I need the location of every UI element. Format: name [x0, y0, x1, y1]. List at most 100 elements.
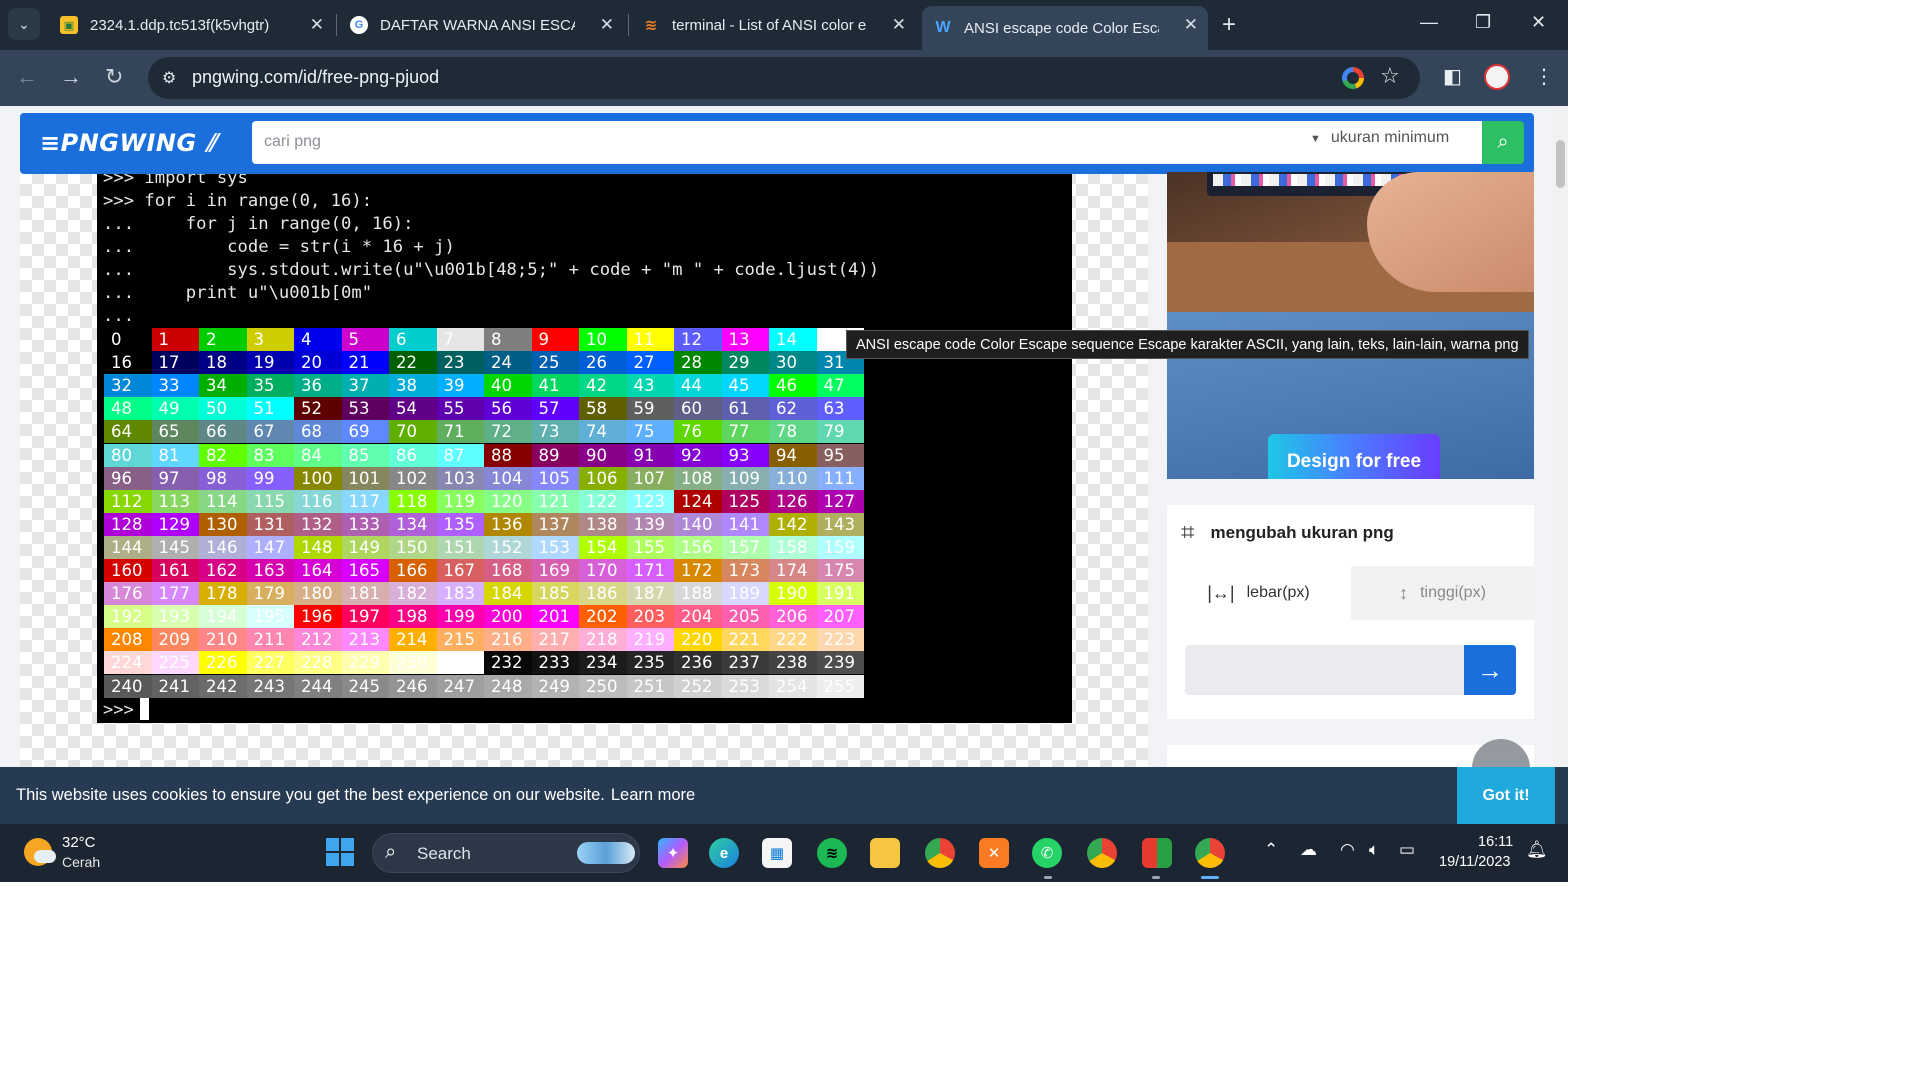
- ansi-color-cell: 197: [341, 605, 389, 629]
- notification-bell-icon[interactable]: 🔔︎: [1526, 840, 1548, 860]
- clock-date[interactable]: 19/11/2023: [1439, 854, 1511, 870]
- ansi-color-cell: 90: [579, 443, 627, 467]
- site-header: ≡PNGWING ⫽ cari png ▼ ukuran minimum ⌕: [20, 113, 1534, 174]
- chrome-profile-icon[interactable]: [1087, 838, 1117, 868]
- minimize-button[interactable]: —: [1420, 12, 1438, 33]
- ansi-color-cell: 166: [389, 559, 437, 582]
- close-window-button[interactable]: ✕: [1531, 12, 1546, 33]
- ansi-color-cell: 163: [246, 559, 294, 582]
- bookmark-star-icon[interactable]: ☆: [1380, 63, 1400, 89]
- ansi-color-cell: 118: [389, 489, 437, 513]
- close-icon[interactable]: ✕: [310, 15, 324, 35]
- weather-condition[interactable]: Cerah: [62, 854, 100, 870]
- ansi-color-cell: 32: [104, 374, 152, 398]
- weather-temperature[interactable]: 32°C: [62, 834, 96, 851]
- windows-taskbar: 32°C Cerah ⌕ Search ✦ e ▦ ≋ ✕ ✆ ⌃ ☁ ◠ 🔈︎…: [0, 824, 1568, 882]
- onedrive-icon[interactable]: ☁: [1300, 840, 1317, 860]
- cookie-accept-button[interactable]: Got it!: [1457, 767, 1555, 824]
- close-icon[interactable]: ✕: [892, 15, 906, 35]
- tab-title: DAFTAR WARNA ANSI ESCAPE: [380, 16, 575, 34]
- resize-value-input[interactable]: [1185, 645, 1465, 695]
- edge-icon[interactable]: e: [709, 838, 739, 868]
- tab-width[interactable]: |↔| lebar(px): [1167, 566, 1350, 620]
- taskbar-search[interactable]: ⌕ Search: [372, 833, 640, 873]
- site-settings-icon[interactable]: ⚙: [162, 68, 176, 88]
- menu-icon[interactable]: ⋮: [1534, 64, 1554, 89]
- ansi-color-cell: 221: [721, 628, 769, 652]
- forward-button[interactable]: →: [60, 64, 82, 90]
- tab-search-button[interactable]: ⌄: [8, 8, 40, 40]
- weather-icon[interactable]: [24, 838, 56, 866]
- xampp-icon[interactable]: ✕: [979, 838, 1009, 868]
- ansi-color-cell: 164: [294, 559, 342, 582]
- ansi-color-cell: 43: [626, 374, 674, 398]
- ansi-color-cell: 76: [674, 420, 722, 444]
- cookie-message: This website uses cookies to ensure you …: [16, 786, 695, 805]
- google-lens-icon[interactable]: [1342, 67, 1364, 89]
- volume-icon[interactable]: 🔈︎: [1369, 840, 1379, 860]
- close-icon[interactable]: ✕: [600, 15, 614, 35]
- ansi-color-cell: 139: [626, 512, 674, 536]
- chevron-up-icon[interactable]: ⌃: [1264, 840, 1278, 860]
- ansi-color-cell: 238: [769, 651, 817, 675]
- ansi-color-cell: 81: [151, 443, 199, 467]
- scrollbar-thumb[interactable]: [1556, 140, 1565, 188]
- ansi-color-cell: 196: [294, 605, 342, 629]
- ansi-color-cell: 65: [151, 420, 199, 444]
- chrome-active-icon[interactable]: [1195, 838, 1225, 868]
- new-tab-button[interactable]: +: [1222, 11, 1236, 39]
- tab-stackoverflow[interactable]: ≋ terminal - List of ANSI color esc ✕: [630, 6, 916, 44]
- height-arrows-icon: ↕: [1399, 582, 1409, 603]
- copilot-icon[interactable]: ✦: [658, 838, 688, 868]
- tab-title: terminal - List of ANSI color esc: [672, 16, 867, 34]
- ansi-color-cell: 10: [579, 328, 627, 351]
- ansi-color-cell: 119: [436, 489, 484, 513]
- close-icon[interactable]: ✕: [1184, 15, 1198, 35]
- side-panel-icon[interactable]: ◧: [1443, 64, 1462, 89]
- ansi-color-cell: 128: [104, 512, 152, 536]
- resize-submit-button[interactable]: →: [1464, 645, 1516, 695]
- spotify-icon[interactable]: ≋: [817, 838, 847, 868]
- ansi-color-cell: 236: [674, 651, 722, 675]
- microsoft-store-icon[interactable]: ▦: [762, 838, 792, 868]
- ansi-color-cell: 40: [484, 374, 532, 398]
- ansi-color-cell: 17: [151, 351, 199, 375]
- ansi-color-cell: 33: [151, 374, 199, 398]
- pngwing-logo[interactable]: ≡PNGWING ⫽: [40, 129, 217, 157]
- chrome-icon[interactable]: [925, 838, 955, 868]
- whatsapp-icon[interactable]: ✆: [1032, 838, 1062, 868]
- back-button[interactable]: ←: [16, 64, 38, 90]
- design-for-free-button[interactable]: Design for free: [1268, 434, 1440, 479]
- profile-avatar[interactable]: [1484, 64, 1510, 90]
- advertisement-banner[interactable]: Design for free: [1167, 172, 1534, 479]
- ansi-color-cell: 136: [484, 512, 532, 536]
- ansi-color-cell: 112: [104, 489, 152, 513]
- learn-more-link[interactable]: Learn more: [611, 786, 695, 804]
- ansi-color-cell: 178: [199, 582, 247, 606]
- ansi-color-cell: 229: [341, 651, 389, 675]
- wifi-icon[interactable]: ◠: [1340, 840, 1355, 860]
- tab-title: 2324.1.ddp.tc513f(k5vhgtr): [90, 16, 270, 34]
- ansi-color-cell: 239: [816, 651, 864, 675]
- page-scrollbar[interactable]: [1553, 106, 1568, 824]
- start-button[interactable]: [326, 838, 354, 866]
- reload-button[interactable]: ↻: [105, 64, 123, 90]
- search-input[interactable]: cari png ▼ ukuran minimum: [252, 121, 1482, 164]
- battery-icon[interactable]: ▭: [1399, 840, 1415, 860]
- clock-time[interactable]: 16:11: [1478, 834, 1513, 850]
- tab-pngwing[interactable]: W ANSI escape code Color Escape ✕: [922, 6, 1208, 50]
- restore-button[interactable]: ❐: [1475, 12, 1491, 33]
- winrar-icon[interactable]: [1142, 838, 1172, 868]
- ansi-color-cell: 45: [721, 374, 769, 398]
- ansi-color-cell: 69: [341, 420, 389, 444]
- ansi-color-cell: 99: [246, 466, 294, 490]
- tab-height[interactable]: ↕ tinggi(px): [1351, 566, 1534, 620]
- size-filter-select[interactable]: ▼ ukuran minimum: [1310, 129, 1449, 147]
- tab-google[interactable]: G DAFTAR WARNA ANSI ESCAPE ✕: [338, 6, 624, 44]
- tab-classroom[interactable]: ▣ 2324.1.ddp.tc513f(k5vhgtr) ✕: [48, 6, 334, 44]
- file-explorer-icon[interactable]: [870, 838, 900, 868]
- ansi-color-cell: 28: [674, 351, 722, 375]
- ansi-color-cell: 142: [769, 512, 817, 536]
- search-button[interactable]: ⌕: [1482, 121, 1524, 164]
- address-bar[interactable]: ⚙ pngwing.com/id/free-png-pjuod ☆: [148, 57, 1420, 99]
